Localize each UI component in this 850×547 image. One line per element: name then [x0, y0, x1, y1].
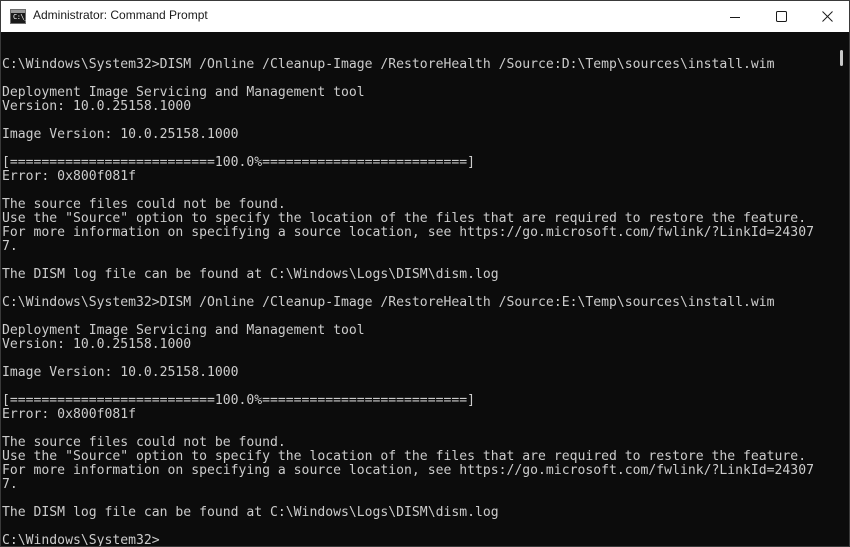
- console-line: [==========================100.0%=======…: [2, 393, 475, 408]
- command-prompt-window: C:\_ Administrator: Command Prompt C:\Wi…: [0, 0, 850, 547]
- console-line: Image Version: 10.0.25158.1000: [2, 365, 239, 380]
- console-line: 7.: [2, 239, 18, 254]
- console-line: For more information on specifying a sou…: [2, 225, 814, 240]
- console-line: Error: 0x800f081f: [2, 407, 137, 422]
- console-line: Deployment Image Servicing and Managemen…: [2, 323, 365, 338]
- console-line: Deployment Image Servicing and Managemen…: [2, 85, 365, 100]
- window-title: Administrator: Command Prompt: [33, 8, 208, 22]
- scrollbar-thumb[interactable]: [840, 50, 843, 66]
- console-line: Image Version: 10.0.25158.1000: [2, 127, 239, 142]
- close-button[interactable]: [804, 1, 849, 32]
- console-line: Use the "Source" option to specify the l…: [2, 449, 807, 464]
- console-line: C:\Windows\System32>: [2, 533, 160, 547]
- console-text: C:\Windows\System32>DISM /Online /Cleanu…: [2, 44, 814, 547]
- console-line: Use the "Source" option to specify the l…: [2, 211, 807, 226]
- title-bar[interactable]: C:\_ Administrator: Command Prompt: [1, 1, 849, 32]
- console-line: The DISM log file can be found at C:\Win…: [2, 505, 499, 520]
- vertical-scrollbar[interactable]: [835, 32, 849, 546]
- console-output[interactable]: C:\Windows\System32>DISM /Online /Cleanu…: [1, 32, 835, 546]
- maximize-icon: [775, 11, 787, 22]
- minimize-button[interactable]: [712, 1, 758, 32]
- close-icon: [821, 11, 833, 22]
- console-line: 7.: [2, 477, 18, 492]
- console-line: For more information on specifying a sou…: [2, 463, 814, 478]
- console-line: Error: 0x800f081f: [2, 169, 137, 184]
- maximize-button[interactable]: [758, 1, 804, 32]
- console-line: C:\Windows\System32>DISM /Online /Cleanu…: [2, 295, 775, 310]
- command-prompt-icon-glyph: C:\_: [13, 13, 28, 21]
- command-prompt-icon[interactable]: C:\_: [10, 9, 28, 24]
- console-line: The source files could not be found.: [2, 197, 286, 212]
- console-line: The DISM log file can be found at C:\Win…: [2, 267, 499, 282]
- minimize-icon: [730, 16, 740, 18]
- console-line: [==========================100.0%=======…: [2, 155, 475, 170]
- console-line: C:\Windows\System32>DISM /Online /Cleanu…: [2, 57, 775, 72]
- console-line: Version: 10.0.25158.1000: [2, 99, 192, 114]
- console-line: The source files could not be found.: [2, 435, 286, 450]
- console-line: Version: 10.0.25158.1000: [2, 337, 192, 352]
